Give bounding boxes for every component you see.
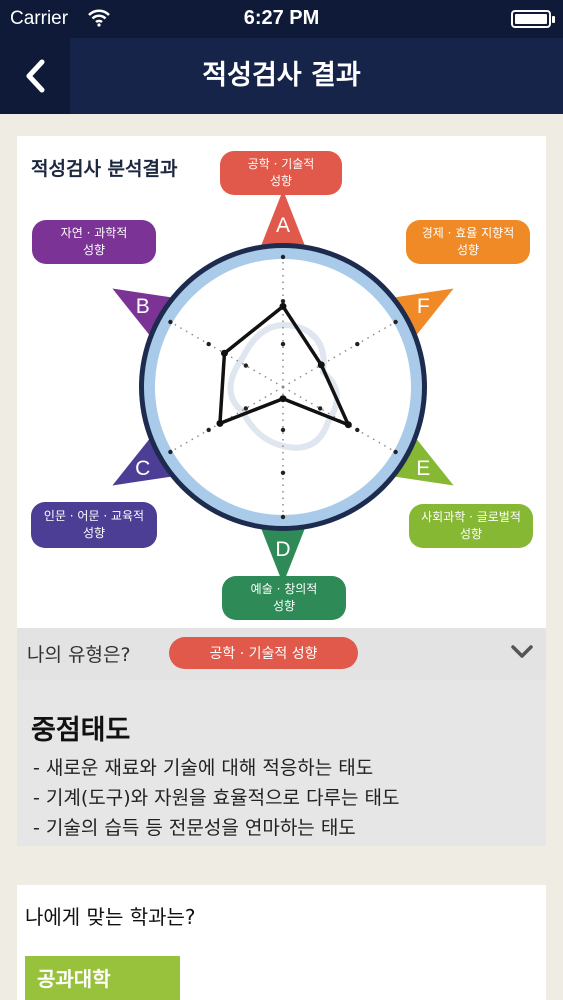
axis-letter-a: A (276, 214, 290, 237)
aptitude-hexagon-chart: A F E D C B (112, 190, 454, 584)
attitude-heading: 중점태도 (31, 715, 131, 746)
axis-label-text: 경제 · 효율 지향적 성향 (421, 226, 515, 257)
axis-tick (280, 427, 286, 433)
matching-departments-card: 나에게 맞는 학과는? 공과대학 (17, 885, 546, 1000)
axis-label-f: 경제 · 효율 지향적 성향 (406, 220, 530, 264)
score-point-a (279, 302, 287, 310)
score-point-b (220, 349, 228, 357)
nav-bar: 적성검사 결과 (0, 38, 563, 114)
axis-label-e: 사회과학 · 글로벌적 성향 (409, 504, 533, 548)
axis-tick (206, 427, 211, 433)
battery-icon (511, 10, 555, 28)
axis-label-d: 예술 · 창의적 성향 (222, 576, 346, 620)
axis-label-c: 인문 · 어문 · 교육적 성향 (31, 502, 157, 548)
axis-letter-b: B (136, 295, 150, 318)
axis-label-text: 공학 · 기술적 성향 (247, 157, 315, 188)
matching-departments-question: 나에게 맞는 학과는? (25, 905, 196, 929)
chevron-down-icon[interactable] (510, 644, 534, 664)
attitude-line: - 기계(도구)와 자원을 효율적으로 다루는 태도 (33, 787, 400, 809)
axis-tick (243, 363, 249, 368)
axis-tick (280, 254, 286, 260)
my-type-question: 나의 유형은? (27, 644, 131, 666)
my-type-panel: 나의 유형은? 공학 · 기술적 성향 중점태도 - 새로운 재료와 기술에 대… (17, 628, 546, 846)
score-point-e (344, 421, 352, 429)
attitude-line: - 새로운 재료와 기술에 대해 적응하는 태도 (33, 757, 374, 779)
axis-tick (206, 341, 211, 347)
attitude-line: - 기술의 습득 등 전문성을 연마하는 태도 (33, 817, 356, 839)
my-type-toggle[interactable]: 나의 유형은? 공학 · 기술적 성향 (17, 628, 546, 680)
axis-tick (393, 319, 398, 325)
axis-tick (243, 406, 249, 411)
axis-tick (280, 341, 286, 347)
axis-label-text: 예술 · 창의적 성향 (250, 582, 318, 613)
axis-label-text: 인문 · 어문 · 교육적 성향 (43, 509, 145, 540)
score-point-c (216, 419, 224, 427)
axis-letter-e: E (416, 457, 430, 480)
college-tag[interactable]: 공과대학 (25, 956, 180, 1000)
axis-tick (168, 319, 173, 325)
axis-label-b: 자연 · 과학적 성향 (32, 220, 156, 264)
axis-label-a: 공학 · 기술적 성향 (220, 151, 342, 195)
axis-label-text: 사회과학 · 글로벌적 성향 (421, 510, 521, 541)
axis-tick (280, 470, 286, 475)
back-button[interactable] (0, 38, 70, 114)
axis-tick (168, 449, 173, 455)
axis-letter-d: D (275, 538, 290, 561)
axis-tick (355, 427, 360, 433)
axis-tick (393, 449, 398, 455)
axis-tick (317, 406, 323, 411)
score-point-d (279, 395, 287, 403)
axis-tick (355, 341, 360, 347)
chevron-left-icon (26, 59, 45, 93)
clock: 6:27 PM (243, 7, 320, 29)
my-type-badge: 공학 · 기술적 성향 (169, 637, 358, 669)
score-point-f (317, 361, 325, 369)
axis-letter-f: F (417, 295, 430, 318)
analysis-card: 적성검사 분석결과 AFEDCB 공학 · 기술적 성향 경제 · 효율 지향적 성향… (17, 136, 546, 628)
axis-letter-c: C (135, 457, 150, 480)
status-bar: Carrier 6:27 PM (0, 0, 563, 38)
page-title: 적성검사 결과 (202, 60, 361, 91)
axis-label-text: 자연 · 과학적 성향 (60, 226, 128, 257)
axis-tick (280, 514, 286, 520)
axis-tick (280, 299, 286, 304)
